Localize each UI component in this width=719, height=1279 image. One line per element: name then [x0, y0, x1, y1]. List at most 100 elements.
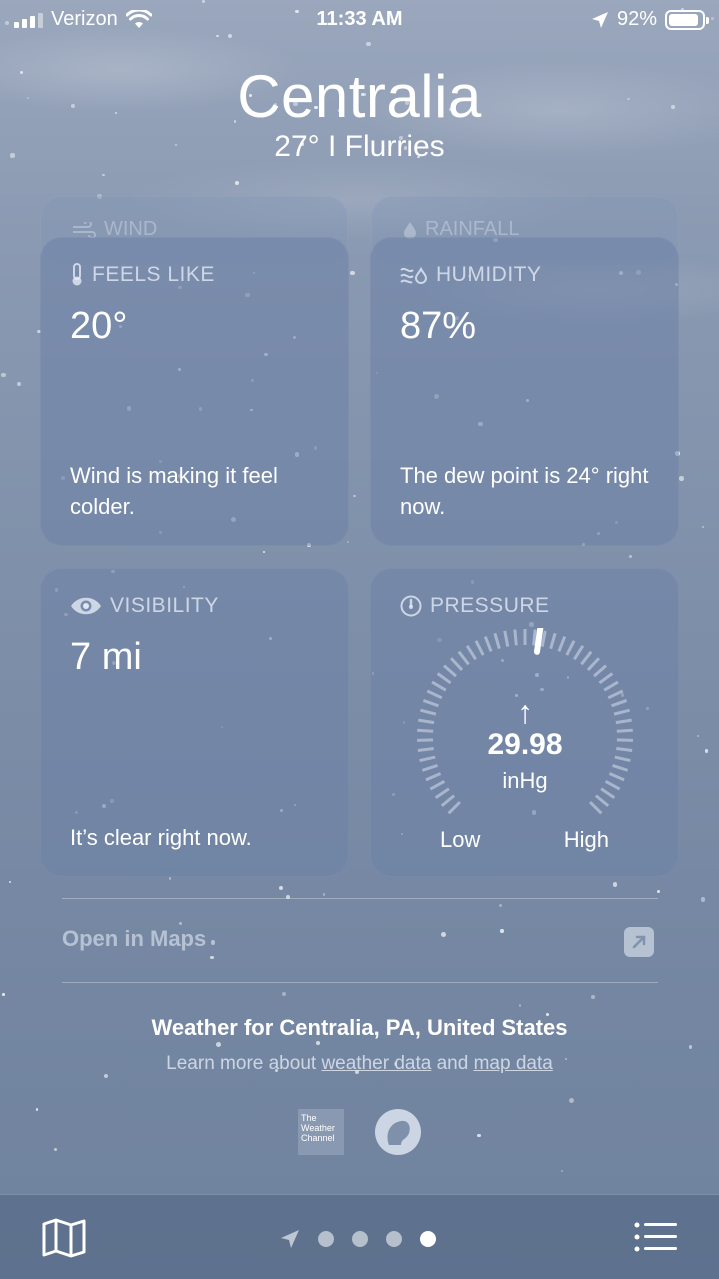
- gauge-tick: [513, 629, 518, 646]
- snowflake: [477, 1133, 481, 1138]
- current-location-icon[interactable]: [280, 1229, 300, 1249]
- trend-up-arrow-icon: ↑: [517, 694, 533, 730]
- gauge-tick: [493, 632, 501, 650]
- snowflake: [178, 921, 183, 926]
- learn-more-text: Learn more about weather data and map da…: [0, 1053, 719, 1075]
- weather-data-link[interactable]: weather data: [321, 1053, 431, 1074]
- snowflake: [700, 897, 706, 902]
- gauge-tick: [557, 636, 567, 653]
- humidity-note: The dew point is 24° right now.: [400, 463, 649, 519]
- battery-icon: [665, 9, 709, 30]
- snowflake: [168, 876, 172, 880]
- feels-like-value: 20°: [70, 305, 128, 347]
- gauge-tick: [598, 672, 614, 685]
- gauge-tick: [449, 657, 464, 671]
- gauge-tick: [593, 664, 608, 678]
- gauge-tick: [442, 664, 457, 678]
- battery-level: [669, 13, 699, 26]
- current-conditions: 27° I Flurries: [274, 130, 445, 163]
- snowflake: [262, 550, 265, 554]
- snowflake: [216, 1041, 221, 1047]
- snowflake: [560, 1169, 563, 1172]
- snowflake: [35, 1108, 39, 1111]
- snowflake: [210, 955, 214, 960]
- status-bar: Verizon 11:33 AM 92%: [0, 0, 719, 40]
- snowflake: [17, 381, 21, 386]
- data-provider-logo[interactable]: [375, 1109, 421, 1155]
- map-icon[interactable]: [42, 1218, 86, 1258]
- map-data-link[interactable]: map data: [474, 1053, 553, 1074]
- eye-icon: [71, 597, 101, 615]
- pressure-card[interactable]: PRESSURE ↑ 29.98 inHg Low High: [370, 568, 679, 877]
- visibility-note: It’s clear right now.: [70, 825, 252, 850]
- gauge-tick: [436, 672, 452, 685]
- gauge-tick: [594, 794, 610, 807]
- snowflake: [591, 995, 596, 999]
- gauge-needle: [533, 625, 544, 655]
- snowflake: [440, 932, 446, 938]
- gauge-tick: [586, 657, 601, 671]
- feels-like-note: Wind is making it feel colder.: [70, 463, 278, 519]
- gauge-tick: [431, 680, 447, 692]
- visibility-value: 7 mi: [70, 636, 142, 678]
- gauge-tick: [447, 800, 462, 815]
- snowflake: [704, 749, 709, 754]
- snowflake: [518, 1004, 522, 1007]
- feels-like-card[interactable]: FEELS LIKE 20° Wind is making it feel co…: [40, 237, 349, 546]
- pressure-unit: inHg: [502, 768, 548, 793]
- snowflake: [612, 881, 618, 887]
- humidity-card[interactable]: HUMIDITY 87% The dew point is 24° right …: [370, 237, 679, 546]
- page-dots: [318, 1231, 436, 1247]
- gauge-tick: [603, 680, 619, 692]
- humidity-value: 87%: [400, 305, 477, 347]
- page-dot[interactable]: [352, 1231, 368, 1247]
- snowflake: [102, 173, 105, 176]
- gauge-tick: [549, 632, 557, 650]
- gauge-tick: [580, 650, 593, 666]
- gauge-icon: [400, 595, 422, 617]
- open-in-maps-link[interactable]: Open in Maps: [62, 926, 206, 952]
- weather-channel-logo[interactable]: The Weather Channel: [298, 1109, 344, 1155]
- snowflake: [316, 1041, 320, 1045]
- page-indicator[interactable]: [280, 1229, 436, 1249]
- humidity-label: HUMIDITY: [436, 263, 542, 286]
- pressure-high-label: High: [563, 827, 609, 852]
- snowflake: [278, 885, 283, 890]
- divider: [62, 982, 658, 983]
- snowflake: [2, 993, 5, 996]
- external-link-icon[interactable]: [624, 927, 654, 957]
- snowflake: [353, 494, 356, 498]
- gauge-tick: [440, 794, 456, 807]
- city-name: Centralia: [237, 63, 482, 130]
- snowflake: [688, 1045, 692, 1049]
- visibility-card[interactable]: VISIBILITY 7 mi It’s clear right now.: [40, 568, 349, 877]
- snowflake: [9, 880, 12, 884]
- snowflake: [696, 734, 699, 737]
- gauge-tick: [465, 645, 477, 661]
- pressure-gauge: ↑ 29.98 inHg: [416, 625, 634, 828]
- list-icon[interactable]: [634, 1221, 678, 1253]
- thermometer-icon: [72, 263, 82, 286]
- snowflake: [629, 555, 633, 559]
- page-dot[interactable]: [386, 1231, 402, 1247]
- weather-channel-logo-text: The Weather Channel: [301, 1113, 335, 1143]
- gauge-tick: [532, 629, 537, 646]
- gauge-tick: [503, 630, 510, 647]
- divider: [62, 898, 658, 899]
- gauge-tick: [474, 640, 485, 656]
- snowflake: [499, 903, 503, 907]
- battery-percent: 92%: [616, 8, 657, 30]
- bottom-toolbar: [0, 1194, 719, 1279]
- page-dot[interactable]: [318, 1231, 334, 1247]
- snowflake: [235, 181, 239, 185]
- gauge-tick: [588, 800, 603, 815]
- gauge-tick: [540, 630, 547, 647]
- weather-location-title: Weather for Centralia, PA, United States: [151, 1015, 568, 1040]
- snowflake: [500, 929, 504, 933]
- snowflake: [656, 889, 660, 893]
- pressure-value: 29.98: [487, 728, 563, 761]
- snowflake: [701, 525, 705, 529]
- gauge-tick: [483, 636, 493, 653]
- snowflake: [568, 1098, 574, 1103]
- page-dot[interactable]: [420, 1231, 436, 1247]
